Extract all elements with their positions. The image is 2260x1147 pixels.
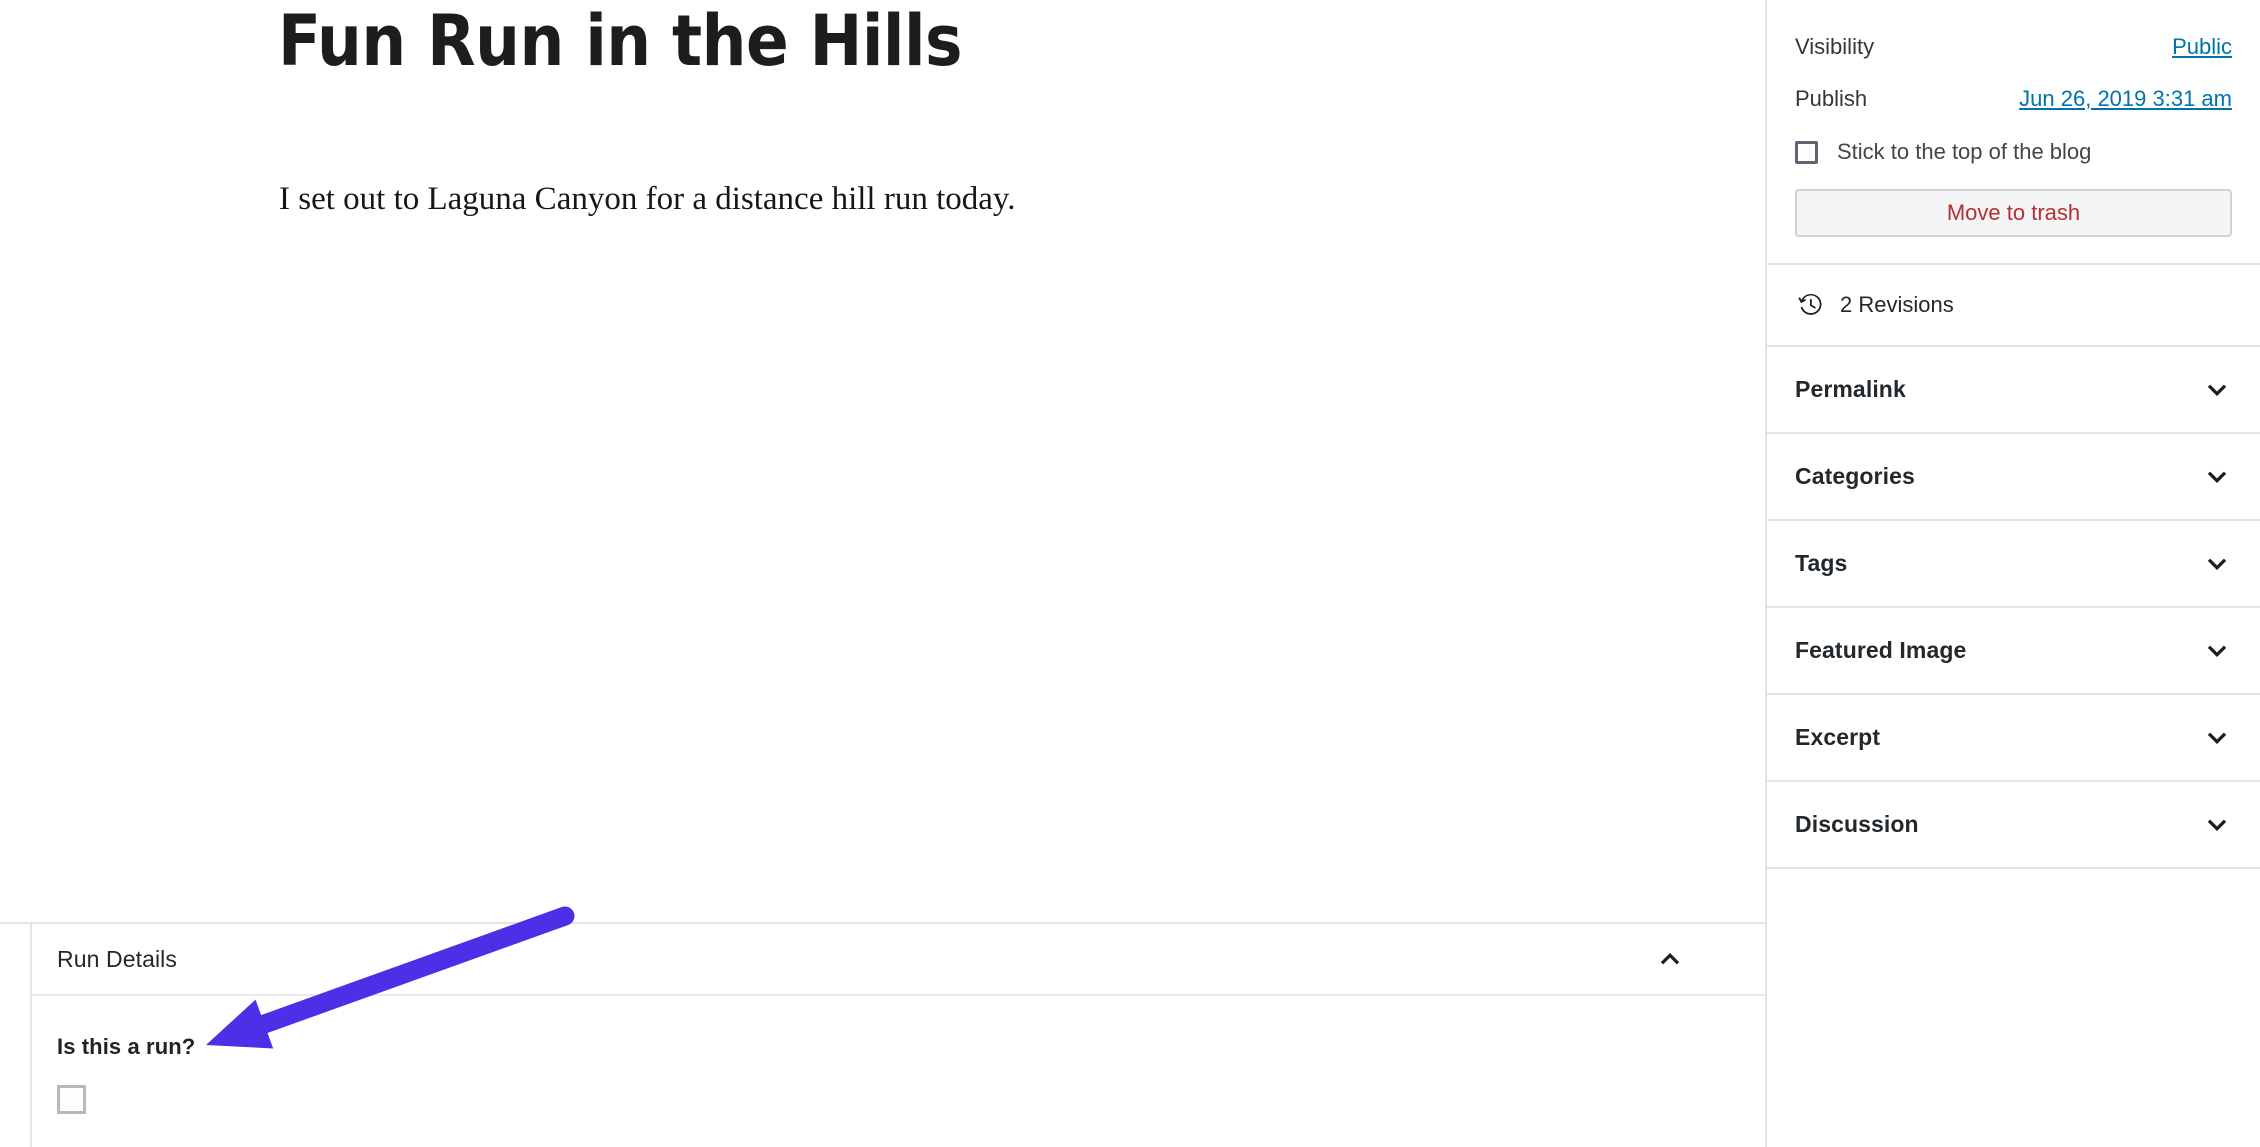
- wordpress-block-editor: Fun Run in the Hills I set out to Laguna…: [0, 0, 2260, 1147]
- sticky-row: Stick to the top of the blog: [1795, 139, 2232, 165]
- chevron-down-icon[interactable]: [2200, 721, 2234, 755]
- publish-date-button[interactable]: Jun 26, 2019 3:31 am: [2019, 86, 2232, 112]
- metabox-run-details: Run Details Is this a run?: [30, 924, 1765, 1147]
- chevron-down-icon[interactable]: [2200, 373, 2234, 407]
- metabox-body: Is this a run?: [32, 996, 1765, 1114]
- revisions-label: 2 Revisions: [1840, 292, 1954, 317]
- sidebar-panel-categories[interactable]: Categories: [1767, 434, 2260, 521]
- status-and-visibility-panel: Visibility Public Publish Jun 26, 2019 3…: [1767, 0, 2260, 265]
- is-this-a-run-checkbox[interactable]: [57, 1085, 86, 1114]
- visibility-row: Visibility Public: [1795, 21, 2232, 73]
- field-label-is-this-a-run: Is this a run?: [57, 1034, 196, 1059]
- metabox-area: Run Details Is this a run?: [0, 922, 1765, 1147]
- stick-to-top-checkbox[interactable]: [1795, 140, 1818, 164]
- panel-title: Excerpt: [1795, 724, 1881, 750]
- sidebar-empty-space: [1767, 869, 2260, 1147]
- move-to-trash-button[interactable]: Move to trash: [1795, 189, 2232, 237]
- post-title[interactable]: Fun Run in the Hills: [278, 4, 963, 79]
- chevron-down-icon[interactable]: [2200, 634, 2234, 668]
- panel-title: Discussion: [1795, 811, 1919, 837]
- visibility-value-button[interactable]: Public: [2172, 34, 2232, 60]
- revisions-clock-icon: [1795, 290, 1826, 321]
- sidebar-panel-permalink[interactable]: Permalink: [1767, 347, 2260, 434]
- publish-label: Publish: [1795, 86, 1868, 111]
- post-canvas: Fun Run in the Hills I set out to Laguna…: [0, 0, 1765, 922]
- panel-title: Tags: [1795, 550, 1848, 576]
- editor-column: Fun Run in the Hills I set out to Laguna…: [0, 0, 1765, 1147]
- sidebar-panel-tags[interactable]: Tags: [1767, 521, 2260, 608]
- revisions-row[interactable]: 2 Revisions: [1767, 265, 2260, 347]
- chevron-down-icon[interactable]: [2200, 460, 2234, 494]
- panel-title: Categories: [1795, 463, 1915, 489]
- metabox-title: Run Details: [57, 945, 177, 972]
- panel-title: Featured Image: [1795, 637, 1967, 663]
- visibility-label: Visibility: [1795, 34, 1875, 59]
- document-settings-sidebar: Visibility Public Publish Jun 26, 2019 3…: [1765, 0, 2260, 1147]
- chevron-up-icon[interactable]: [1653, 942, 1687, 976]
- sidebar-panel-featured-image[interactable]: Featured Image: [1767, 608, 2260, 695]
- metabox-header[interactable]: Run Details: [32, 924, 1765, 996]
- sidebar-panel-discussion[interactable]: Discussion: [1767, 782, 2260, 869]
- sidebar-panel-excerpt[interactable]: Excerpt: [1767, 695, 2260, 782]
- publish-row: Publish Jun 26, 2019 3:31 am: [1795, 73, 2232, 125]
- panel-title: Permalink: [1795, 376, 1906, 402]
- chevron-down-icon[interactable]: [2200, 547, 2234, 581]
- post-paragraph-block[interactable]: I set out to Laguna Canyon for a distanc…: [279, 175, 1016, 225]
- chevron-down-icon[interactable]: [2200, 808, 2234, 842]
- stick-to-top-label[interactable]: Stick to the top of the blog: [1837, 139, 2091, 165]
